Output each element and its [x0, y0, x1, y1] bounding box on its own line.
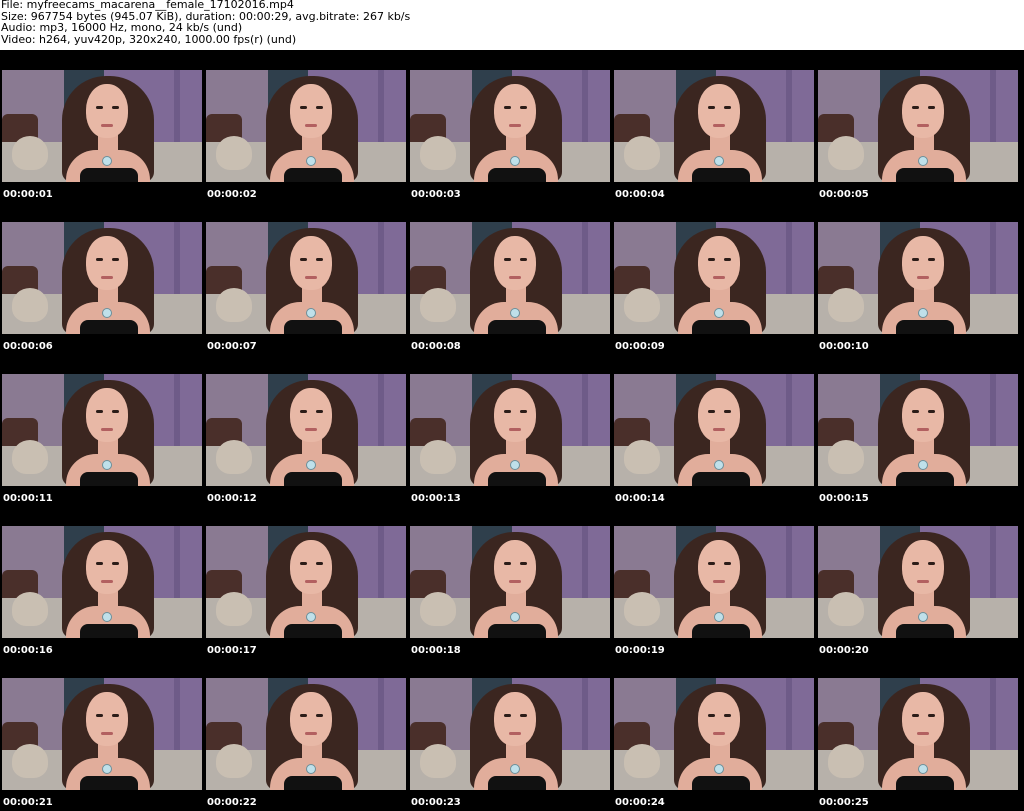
thumbnail-timestamp: 00:00:15: [819, 493, 869, 504]
thumbnail-frame-image: [818, 678, 1018, 790]
video-thumbnail[interactable]: 00:00:15: [816, 354, 1020, 506]
thumbnail-timestamp: 00:00:25: [819, 797, 869, 808]
thumbnail-frame-image: [2, 222, 202, 334]
thumbnail-frame-image: [410, 374, 610, 486]
thumbnail-grid: 00:00:01 00:00:02 00:00:03 00:00:04 00:00:05…: [0, 50, 1024, 811]
video-thumbnail[interactable]: 00:00:03: [408, 50, 612, 202]
video-thumbnail[interactable]: 00:00:12: [204, 354, 408, 506]
thumbnail-frame-image: [614, 526, 814, 638]
thumbnail-timestamp: 00:00:07: [207, 341, 257, 352]
video-thumbnail[interactable]: 00:00:07: [204, 202, 408, 354]
thumbnail-frame-image: [2, 526, 202, 638]
video-thumbnail[interactable]: 00:00:06: [0, 202, 204, 354]
thumbnail-timestamp: 00:00:24: [615, 797, 665, 808]
video-thumbnail[interactable]: 00:00:14: [612, 354, 816, 506]
thumbnail-timestamp: 00:00:11: [3, 493, 53, 504]
thumbnail-timestamp: 00:00:17: [207, 645, 257, 656]
video-thumbnail[interactable]: 00:00:16: [0, 506, 204, 658]
thumbnail-frame-image: [818, 526, 1018, 638]
thumbnail-frame-image: [410, 70, 610, 182]
thumbnail-frame-image: [410, 526, 610, 638]
thumbnail-frame-image: [818, 222, 1018, 334]
video-thumbnail[interactable]: 00:00:23: [408, 658, 612, 810]
thumbnail-timestamp: 00:00:20: [819, 645, 869, 656]
video-thumbnail[interactable]: 00:00:01: [0, 50, 204, 202]
thumbnail-frame-image: [206, 526, 406, 638]
thumbnail-timestamp: 00:00:14: [615, 493, 665, 504]
thumbnail-frame-image: [206, 222, 406, 334]
video-thumbnail[interactable]: 00:00:11: [0, 354, 204, 506]
video-thumbnail[interactable]: 00:00:18: [408, 506, 612, 658]
video-thumbnail[interactable]: 00:00:25: [816, 658, 1020, 810]
thumbnail-frame-image: [614, 222, 814, 334]
thumbnail-timestamp: 00:00:08: [411, 341, 461, 352]
video-thumbnail[interactable]: 00:00:17: [204, 506, 408, 658]
thumbnail-frame-image: [206, 678, 406, 790]
thumbnail-timestamp: 00:00:05: [819, 189, 869, 200]
video-thumbnail[interactable]: 00:00:09: [612, 202, 816, 354]
thumbnail-frame-image: [614, 678, 814, 790]
video-thumbnail[interactable]: 00:00:10: [816, 202, 1020, 354]
thumbnail-frame-image: [614, 70, 814, 182]
thumbnail-timestamp: 00:00:22: [207, 797, 257, 808]
thumbnail-frame-image: [2, 70, 202, 182]
thumbnail-timestamp: 00:00:21: [3, 797, 53, 808]
thumbnail-timestamp: 00:00:09: [615, 341, 665, 352]
thumbnail-frame-image: [206, 374, 406, 486]
thumbnail-timestamp: 00:00:04: [615, 189, 665, 200]
thumbnail-frame-image: [818, 70, 1018, 182]
video-thumbnail[interactable]: 00:00:08: [408, 202, 612, 354]
video-thumbnail[interactable]: 00:00:19: [612, 506, 816, 658]
thumbnail-timestamp: 00:00:02: [207, 189, 257, 200]
thumbnail-frame-image: [818, 374, 1018, 486]
video-thumbnail[interactable]: 00:00:21: [0, 658, 204, 810]
thumbnail-timestamp: 00:00:01: [3, 189, 53, 200]
thumbnail-frame-image: [410, 222, 610, 334]
thumbnail-timestamp: 00:00:16: [3, 645, 53, 656]
thumbnail-timestamp: 00:00:23: [411, 797, 461, 808]
thumbnail-frame-image: [2, 678, 202, 790]
thumbnail-timestamp: 00:00:18: [411, 645, 461, 656]
video-thumbnail[interactable]: 00:00:22: [204, 658, 408, 810]
file-name-line: File: myfreecams_macarena__female_171020…: [1, 0, 294, 11]
thumbnail-timestamp: 00:00:03: [411, 189, 461, 200]
video-thumbnail[interactable]: 00:00:05: [816, 50, 1020, 202]
thumbnail-frame-image: [2, 374, 202, 486]
file-info-header: File: myfreecams_macarena__female_171020…: [1, 0, 1021, 49]
thumbnail-timestamp: 00:00:10: [819, 341, 869, 352]
thumbnail-timestamp: 00:00:13: [411, 493, 461, 504]
video-thumbnail[interactable]: 00:00:24: [612, 658, 816, 810]
thumbnail-frame-image: [410, 678, 610, 790]
thumbnail-timestamp: 00:00:06: [3, 341, 53, 352]
thumbnail-timestamp: 00:00:12: [207, 493, 257, 504]
video-thumbnail[interactable]: 00:00:02: [204, 50, 408, 202]
video-thumbnail[interactable]: 00:00:20: [816, 506, 1020, 658]
video-thumbnail[interactable]: 00:00:13: [408, 354, 612, 506]
video-info-line: Video: h264, yuv420p, 320x240, 1000.00 f…: [1, 32, 297, 46]
thumbnail-frame-image: [614, 374, 814, 486]
thumbnail-timestamp: 00:00:19: [615, 645, 665, 656]
thumbnail-frame-image: [206, 70, 406, 182]
video-thumbnail[interactable]: 00:00:04: [612, 50, 816, 202]
